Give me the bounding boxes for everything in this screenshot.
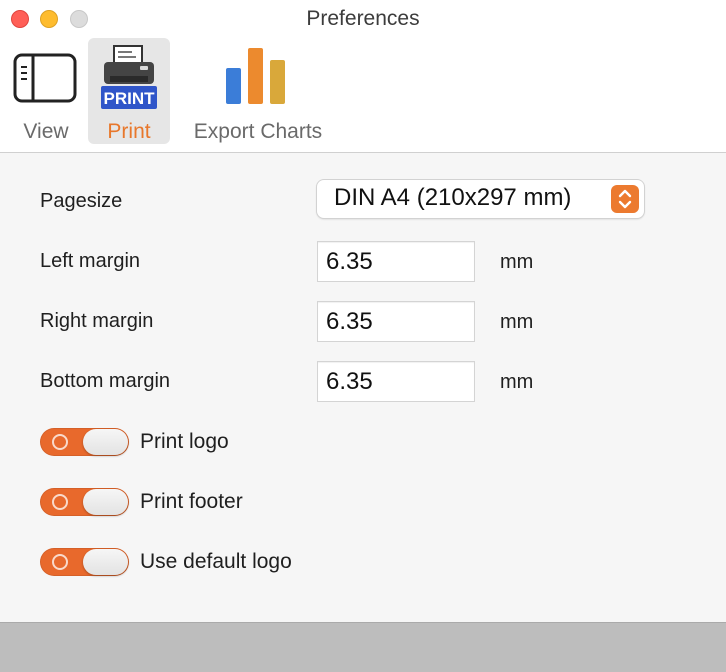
toolbar-item-view-label: View (23, 120, 69, 143)
toolbar-item-print[interactable]: PRINT Print (88, 38, 170, 144)
popup-stepper-icon (611, 185, 639, 213)
toggle-on-indicator-icon (52, 434, 68, 450)
bottom-margin-label: Bottom margin (40, 370, 171, 392)
toggle-knob (83, 549, 128, 575)
print-footer-label: Print footer (140, 490, 243, 513)
right-margin-label: Right margin (40, 310, 154, 332)
toolbar-item-print-label: Print (107, 120, 151, 143)
bar-chart-icon (226, 48, 285, 104)
toolbar-item-export-charts[interactable]: Export Charts (180, 38, 336, 144)
toggle-knob (83, 489, 128, 515)
title-bar: Preferences View PRINT Print Export Char… (0, 0, 726, 153)
right-margin-input[interactable] (317, 301, 475, 342)
print-logo-toggle[interactable] (40, 428, 129, 456)
bottom-margin-unit: mm (500, 371, 534, 393)
use-default-logo-label: Use default logo (140, 550, 292, 573)
bottom-margin-input[interactable] (317, 361, 475, 402)
right-margin-unit: mm (500, 311, 534, 333)
use-default-logo-toggle[interactable] (40, 548, 129, 576)
pagesize-value: DIN A4 (210x297 mm) (334, 184, 572, 211)
toolbar-item-export-charts-label: Export Charts (193, 120, 323, 143)
toggle-on-indicator-icon (52, 554, 68, 570)
left-margin-unit: mm (500, 251, 534, 273)
left-margin-label: Left margin (40, 250, 141, 272)
print-badge-text: PRINT (104, 89, 156, 108)
preferences-window: Preferences View PRINT Print Export Char… (0, 0, 726, 672)
bottom-bar (0, 622, 726, 672)
print-logo-label: Print logo (140, 430, 229, 453)
toggle-knob (83, 429, 128, 455)
toggle-on-indicator-icon (52, 494, 68, 510)
window-title: Preferences (306, 7, 420, 30)
left-margin-input[interactable] (317, 241, 475, 282)
print-footer-toggle[interactable] (40, 488, 129, 516)
printer-icon: PRINT (101, 45, 157, 109)
toolbar-item-view[interactable]: View (6, 38, 86, 144)
pagesize-popup[interactable]: DIN A4 (210x297 mm) (317, 180, 644, 218)
sidebar-window-icon (13, 53, 77, 103)
pagesize-label: Pagesize (40, 190, 123, 212)
